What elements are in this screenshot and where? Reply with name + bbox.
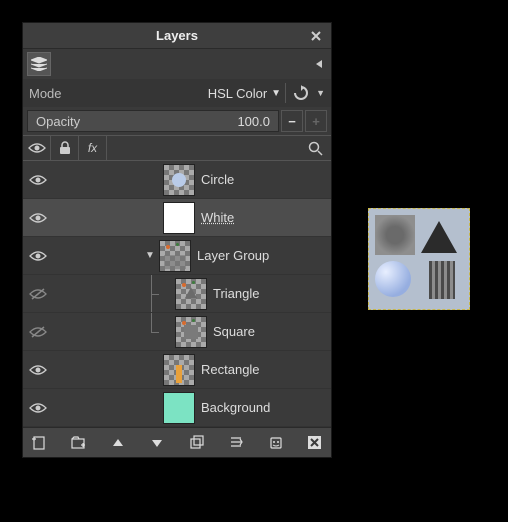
footer-toolbar [23, 427, 331, 457]
layer-row-triangle[interactable]: Triangle [23, 275, 331, 313]
layer-thumbnail [163, 392, 195, 424]
separator [285, 83, 286, 103]
layer-thumbnail [159, 240, 191, 272]
fx-column-header[interactable]: fx [79, 135, 107, 161]
visibility-toggle[interactable] [23, 364, 53, 376]
layer-name[interactable]: White [201, 210, 234, 225]
tab-row [23, 49, 331, 79]
opacity-row: Opacity 100.0 − + [23, 107, 331, 135]
duplicate-layer-button[interactable] [185, 431, 209, 455]
close-button[interactable] [307, 27, 325, 45]
layer-thumbnail [175, 278, 207, 310]
layers-tab[interactable] [27, 52, 51, 76]
opacity-increase[interactable]: + [305, 110, 327, 132]
preview-tile [421, 261, 461, 301]
lower-layer-button[interactable] [145, 431, 169, 455]
search-button[interactable] [299, 141, 331, 156]
visibility-toggle[interactable] [23, 325, 53, 339]
layer-row-square[interactable]: Square [23, 313, 331, 351]
layer-name[interactable]: Background [201, 400, 270, 415]
mode-label: Mode [29, 86, 79, 101]
chevron-down-icon: ▼ [271, 88, 281, 99]
opacity-decrease[interactable]: − [281, 110, 303, 132]
layer-row-circle[interactable]: Circle [23, 161, 331, 199]
layer-row-background[interactable]: Background [23, 389, 331, 427]
new-layer-button[interactable] [27, 431, 51, 455]
panel-menu-button[interactable] [311, 56, 327, 72]
layer-name[interactable]: Triangle [213, 286, 259, 301]
layer-row-white[interactable]: White [23, 199, 331, 237]
merge-down-button[interactable] [224, 431, 248, 455]
layer-name[interactable]: Rectangle [201, 362, 260, 377]
opacity-slider[interactable]: Opacity 100.0 [27, 110, 279, 132]
column-header-row: fx [23, 135, 331, 161]
visibility-toggle[interactable] [23, 250, 53, 262]
preview-tile [375, 215, 415, 255]
visibility-column-header[interactable] [23, 135, 51, 161]
new-group-button[interactable] [66, 431, 90, 455]
layer-row-group[interactable]: ▼ Layer Group [23, 237, 331, 275]
layer-thumbnail [163, 202, 195, 234]
preview-tile [421, 215, 461, 255]
layer-thumbnail [163, 354, 195, 386]
blend-mode-row: Mode HSL Color ▼ ▼ [23, 79, 331, 107]
chevron-down-icon[interactable]: ▼ [316, 88, 325, 98]
canvas-preview [368, 208, 470, 310]
layers-panel: Layers Mode HSL Color ▼ ▼ Opacity 100.0 … [22, 22, 332, 458]
blend-mode-value: HSL Color [208, 86, 267, 101]
preview-tile [375, 261, 415, 301]
layer-name[interactable]: Circle [201, 172, 234, 187]
group-collapse-toggle[interactable]: ▼ [143, 250, 157, 261]
visibility-toggle[interactable] [23, 287, 53, 301]
visibility-toggle[interactable] [23, 402, 53, 414]
layer-thumbnail [175, 316, 207, 348]
layers-list: Circle White ▼ Layer Group Triangle [23, 161, 331, 427]
layer-thumbnail [163, 164, 195, 196]
lock-column-header[interactable] [51, 135, 79, 161]
opacity-label: Opacity [36, 114, 237, 129]
layer-row-rectangle[interactable]: Rectangle [23, 351, 331, 389]
opacity-value: 100.0 [237, 114, 270, 129]
layer-name[interactable]: Square [213, 324, 255, 339]
mode-switch-button[interactable] [290, 82, 312, 104]
visibility-toggle[interactable] [23, 212, 53, 224]
anchor-layer-button[interactable] [264, 431, 288, 455]
delete-layer-button[interactable] [303, 431, 327, 455]
blend-mode-select[interactable]: HSL Color ▼ [83, 86, 281, 101]
raise-layer-button[interactable] [106, 431, 130, 455]
titlebar: Layers [23, 23, 331, 49]
visibility-toggle[interactable] [23, 174, 53, 186]
panel-title: Layers [156, 28, 198, 43]
layer-name[interactable]: Layer Group [197, 248, 269, 263]
